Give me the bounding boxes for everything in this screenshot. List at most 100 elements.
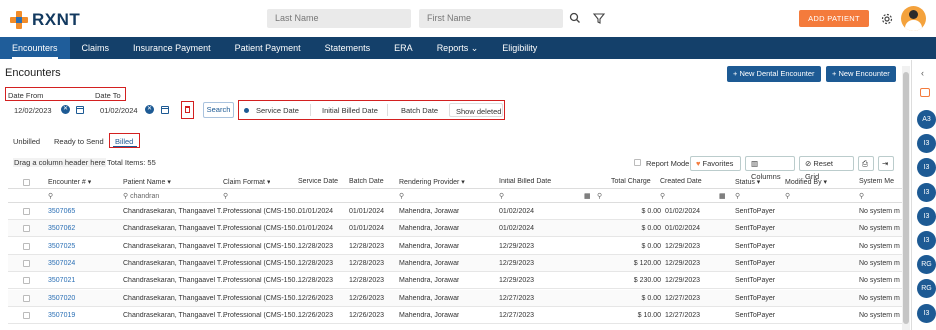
table-row[interactable]: 3507020 Chandrasekaran, Thangaavel T... Pr… — [8, 289, 910, 307]
sidebar-avatar-pill[interactable]: A3 — [917, 110, 936, 129]
columns-button[interactable]: ▥ Columns — [745, 156, 795, 181]
nav-era[interactable]: ERA — [382, 37, 425, 59]
nav-statements[interactable]: Statements — [313, 37, 383, 59]
sidebar-avatar-pill[interactable]: I3 — [917, 182, 936, 202]
col-service-date[interactable]: Service Date — [298, 178, 338, 185]
sidebar-avatar-pill[interactable]: I3 — [917, 231, 936, 250]
clear-date-to-icon[interactable]: ✕ — [145, 105, 154, 114]
cell-encounter[interactable]: 3507019 — [48, 312, 75, 319]
report-mode-checkbox[interactable] — [634, 159, 641, 166]
collapse-chevron-icon[interactable]: ‹ — [921, 68, 924, 78]
col-initial-billed-date[interactable]: Initial Billed Date — [499, 178, 551, 185]
filter-billed-icon[interactable]: ⚲ — [499, 192, 504, 200]
clear-date-from-icon[interactable]: ✕ — [61, 105, 70, 114]
row-checkbox[interactable] — [23, 242, 30, 250]
service-date-radio[interactable] — [244, 108, 249, 113]
row-checkbox[interactable] — [23, 277, 30, 285]
col-patient-name[interactable]: Patient Name ▾ — [123, 178, 171, 186]
add-patient-button[interactable]: ADD PATIENT — [799, 10, 869, 27]
col-created-date[interactable]: Created Date — [660, 178, 702, 185]
nav-patient-payment[interactable]: Patient Payment — [223, 37, 313, 59]
col-rendering-provider[interactable]: Rendering Provider ▾ — [399, 178, 465, 186]
select-all-checkbox[interactable] — [23, 179, 30, 186]
col-batch-date[interactable]: Batch Date — [349, 178, 384, 185]
col-total-charge[interactable]: Total Charge — [611, 178, 651, 185]
date-from-input[interactable]: 12/02/2023 — [14, 106, 52, 115]
row-checkbox[interactable] — [23, 208, 30, 215]
tab-ready-to-send[interactable]: Ready to Send — [54, 137, 104, 146]
filter-created-icon[interactable]: ⚲ — [660, 192, 665, 200]
nav-claims[interactable]: Claims — [70, 37, 122, 59]
table-row[interactable]: 3507025 Chandrasekaran, Thangaavel T... Pr… — [8, 238, 910, 255]
filter-system-icon[interactable]: ⚲ — [859, 192, 864, 200]
last-name-input[interactable]: Last Name — [267, 9, 411, 28]
sidebar-avatar-pill[interactable]: I3 — [917, 158, 936, 178]
first-name-input[interactable]: First Name — [419, 9, 563, 28]
export-icon[interactable]: ⇥ — [878, 156, 894, 171]
sidebar-avatar-pill[interactable]: I3 — [917, 206, 936, 226]
search-button[interactable]: Search — [203, 102, 234, 118]
cell-encounter[interactable]: 3507065 — [48, 208, 75, 215]
nav-reports[interactable]: Reports ⌄ — [425, 37, 491, 59]
row-checkbox[interactable] — [23, 259, 30, 267]
sidebar-avatar-pill[interactable]: RG — [917, 279, 936, 299]
sidebar-avatar-pill[interactable]: I3 — [917, 134, 936, 154]
gear-icon[interactable] — [880, 12, 894, 26]
filter-patient-input[interactable]: ⚲ chandran — [123, 192, 159, 200]
tab-unbilled[interactable]: Unbilled — [13, 137, 40, 146]
sidebar-avatar-pill[interactable]: I3 — [917, 303, 936, 323]
table-row[interactable]: 3507024 Chandrasekaran, Thangaavel T... Pr… — [8, 254, 910, 272]
cell-rendering-provider: Mahendra, Jorawar — [399, 242, 460, 250]
initial-billed-date-option[interactable]: Initial Billed Date — [322, 106, 378, 115]
calendar-to-icon[interactable] — [161, 106, 169, 114]
nav-eligibility[interactable]: Eligibility — [490, 37, 549, 59]
filter-charge-icon[interactable]: ⚲ — [597, 192, 602, 200]
table-row[interactable]: 3507062 Chandrasekaran, Thangaavel T... Pr… — [8, 220, 910, 238]
table-row[interactable]: 3507021 Chandrasekaran, Thangaavel T... Pr… — [8, 272, 910, 290]
col-modified-by[interactable]: Modified By ▾ — [785, 178, 827, 186]
filter-icon[interactable] — [592, 11, 606, 25]
nav-encounters[interactable]: Encounters — [0, 37, 70, 59]
filter-encounter-icon[interactable]: ⚲ — [48, 192, 53, 200]
row-checkbox[interactable] — [23, 225, 30, 233]
sidebar-avatar-pill[interactable]: RG — [917, 255, 936, 275]
filter-status-icon[interactable]: ⚲ — [735, 192, 740, 200]
top-bar: RXNT Last Name First Name ADD PATIENT — [0, 0, 936, 36]
cell-encounter[interactable]: 3507024 — [48, 260, 75, 267]
print-icon[interactable]: ⎙ — [858, 156, 874, 171]
date-to-input[interactable]: 01/02/2024 — [100, 106, 138, 115]
service-date-option[interactable]: Service Date — [256, 106, 299, 115]
cell-encounter[interactable]: 3507020 — [48, 295, 75, 302]
table-row[interactable]: 3507019 Chandrasekaran, Thangaavel T... Pr… — [8, 307, 910, 324]
col-claim-format[interactable]: Claim Format ▾ — [223, 178, 270, 186]
calendar-from-icon[interactable] — [76, 106, 84, 114]
row-checkbox[interactable] — [23, 294, 30, 302]
row-checkbox[interactable] — [23, 311, 30, 319]
group-drop-zone[interactable]: Drag a column header here — [13, 158, 107, 167]
cell-encounter[interactable]: 3507021 — [48, 277, 75, 284]
cell-batch-date: 12/26/2023 — [349, 294, 385, 302]
rxnt-logo[interactable]: RXNT — [10, 10, 80, 30]
new-dental-encounter-button[interactable]: + New Dental Encounter — [727, 66, 821, 82]
col-status[interactable]: Status ▾ — [735, 178, 760, 186]
scrollbar-thumb[interactable] — [903, 72, 909, 324]
cell-encounter[interactable]: 3507062 — [48, 225, 75, 232]
batch-date-option[interactable]: Batch Date — [401, 106, 438, 115]
chat-icon[interactable] — [920, 88, 930, 97]
favorites-button[interactable]: ♥ Favorites — [690, 156, 741, 171]
filter-created-calendar-icon[interactable]: ▦ — [719, 192, 726, 200]
cell-encounter[interactable]: 3507025 — [48, 243, 75, 250]
col-encounter[interactable]: Encounter # ▾ — [48, 178, 91, 186]
table-row[interactable]: 3507065 Chandrasekaran, Thangaavel T... Pr… — [8, 203, 910, 220]
nav-insurance-payment[interactable]: Insurance Payment — [121, 37, 223, 59]
reset-grid-button[interactable]: ⊘ Reset Grid — [799, 156, 854, 181]
search-icon[interactable] — [568, 11, 582, 25]
filter-provider-icon[interactable]: ⚲ — [399, 192, 404, 200]
tab-billed[interactable]: Billed — [115, 137, 133, 146]
trash-icon[interactable] — [185, 106, 190, 113]
filter-billed-calendar-icon[interactable]: ▦ — [584, 192, 591, 200]
user-avatar[interactable] — [901, 6, 926, 31]
new-encounter-button[interactable]: + New Encounter — [826, 66, 896, 82]
filter-format-icon[interactable]: ⚲ — [223, 192, 228, 200]
filter-modified-icon[interactable]: ⚲ — [785, 192, 790, 200]
